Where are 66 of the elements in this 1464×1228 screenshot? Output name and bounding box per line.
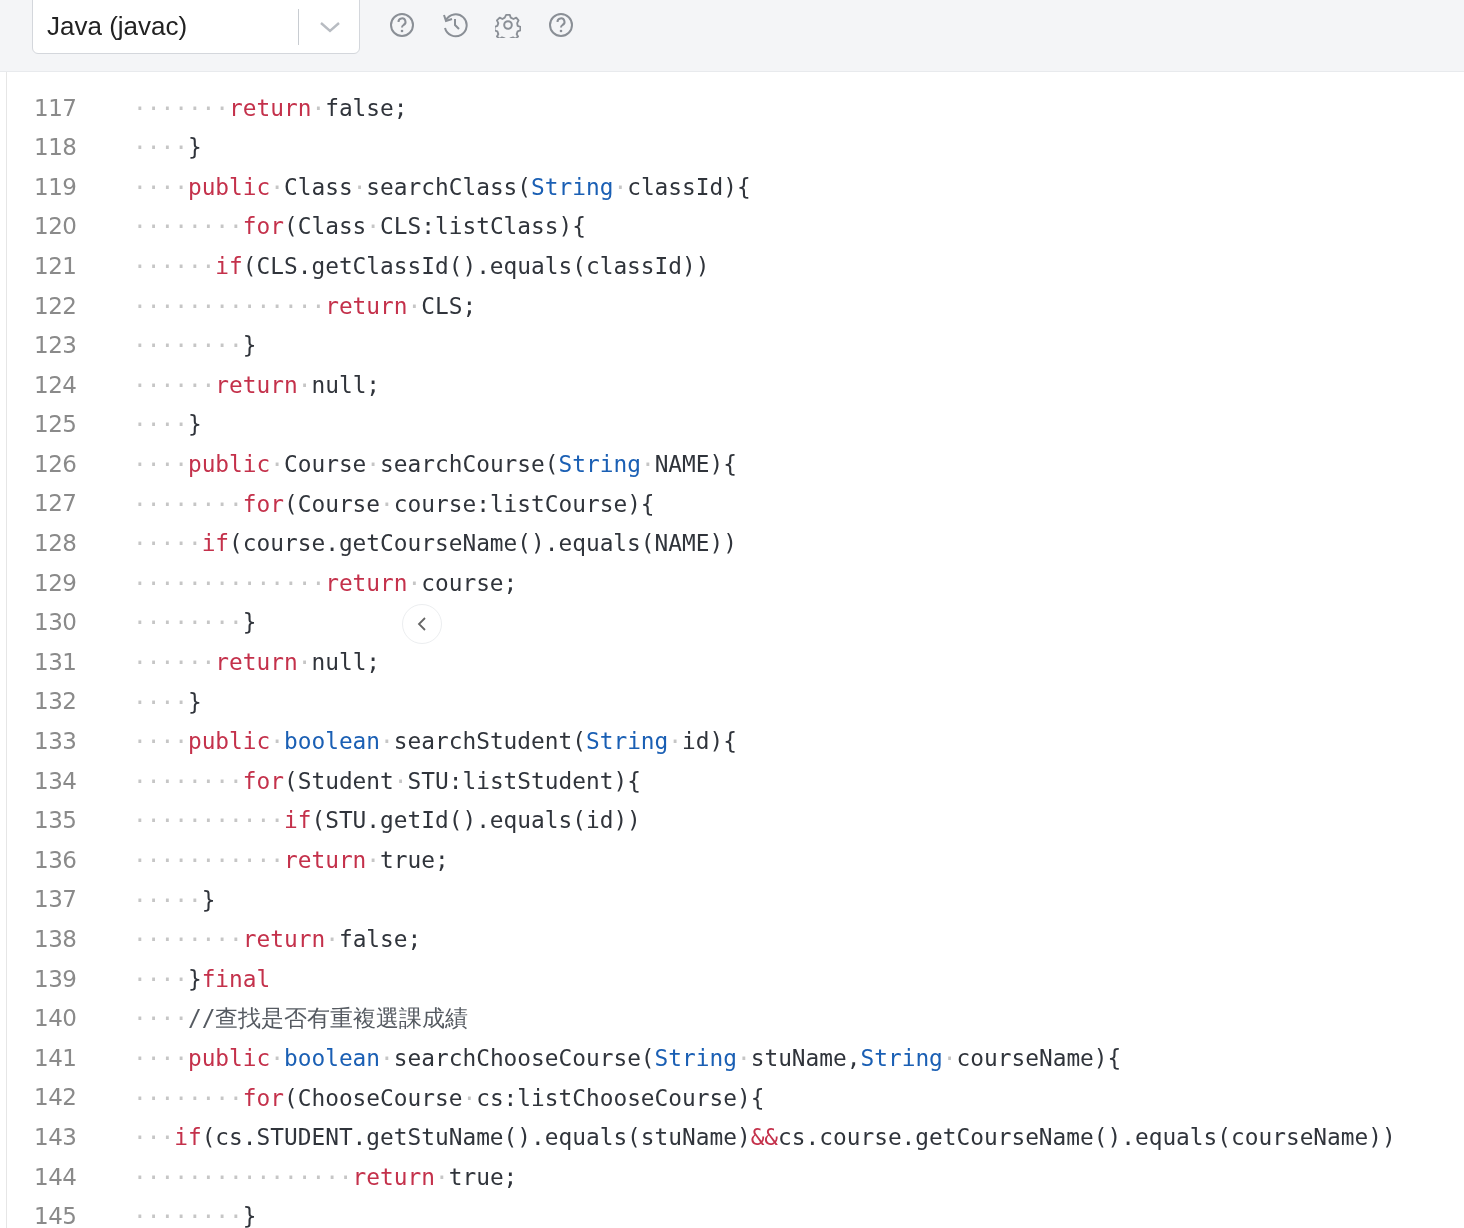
code-line: ········for(Student·STU:listStudent){ — [133, 766, 641, 796]
code-line: ·······return·false; — [133, 93, 408, 123]
code-line: ········} — [133, 1202, 257, 1228]
code-line: ····}final — [133, 964, 271, 994]
history-icon[interactable] — [442, 12, 468, 38]
code-line: ··············return·course; — [133, 568, 518, 598]
code-line: ···········if(STU.getId().equals(id)) — [133, 806, 641, 836]
help-icon[interactable] — [548, 12, 574, 38]
code-line: ········} — [133, 331, 257, 361]
line-number: 142 — [33, 1083, 78, 1113]
line-number: 133 — [33, 727, 78, 757]
code-line: ········for(ChooseCourse·cs:listChooseCourse){ — [133, 1083, 765, 1113]
line-number: 137 — [33, 885, 78, 915]
line-number: 144 — [33, 1162, 78, 1192]
code-line: ········for(Course·course:listCourse){ — [133, 489, 655, 519]
code-line: ····public·Course·searchCourse(String·NAME){ — [133, 450, 737, 480]
line-number: 125 — [33, 410, 78, 440]
code-line: ····} — [133, 133, 202, 163]
code-line: ···········return·true; — [133, 846, 449, 875]
line-number: 143 — [33, 1123, 78, 1152]
line-number: 117 — [33, 93, 78, 123]
code-line: ······return·null; — [133, 370, 381, 400]
code-line: ····} — [133, 687, 202, 717]
line-number: 124 — [33, 370, 78, 400]
line-number: 141 — [33, 1043, 78, 1073]
line-number: 129 — [33, 568, 78, 598]
line-number: 121 — [33, 251, 78, 281]
line-number: 136 — [33, 845, 78, 875]
language-select[interactable]: Java (javac) — [32, 0, 360, 54]
line-number: 130 — [33, 608, 78, 638]
code-line: ·····if(course.getCourseName().equals(NAME)) — [133, 529, 737, 559]
line-number: 123 — [33, 331, 78, 361]
code-line: ········return·false; — [133, 925, 422, 955]
line-number: 120 — [33, 212, 78, 242]
line-number: 126 — [33, 449, 78, 479]
code-line: ·····} — [133, 885, 216, 915]
code-line: ····//查找是否有重複選課成績 — [133, 1004, 469, 1034]
line-number: 127 — [33, 489, 78, 519]
line-number: 145 — [33, 1202, 78, 1228]
chevron-down-icon — [319, 19, 341, 34]
code-line: ····public·boolean·searchStudent(String·id){ — [133, 727, 737, 757]
code-line: ··············return·CLS; — [133, 291, 477, 321]
chevron-left-icon — [415, 615, 429, 633]
code-line: ···if(cs.STUDENT.getStuName().equals(stuName)&&cs.course.getCourseName().equals(courseName)) — [133, 1123, 1396, 1153]
code-line: ····public·Class·searchClass(String·classId){ — [133, 172, 751, 202]
line-number: 118 — [33, 133, 78, 163]
line-number: 135 — [33, 806, 78, 836]
code-line: ······return·null; — [133, 648, 381, 677]
settings-icon[interactable] — [495, 12, 521, 38]
line-number: 138 — [33, 925, 78, 954]
line-number: 132 — [33, 687, 78, 717]
help-icon[interactable] — [389, 12, 415, 38]
line-number: 119 — [33, 172, 78, 202]
code-line: ······if(CLS.getClassId().equals(classId)) — [133, 252, 710, 282]
collapse-button[interactable] — [402, 604, 442, 644]
line-number: 139 — [33, 964, 78, 994]
line-number: 134 — [33, 766, 78, 796]
code-line: ····} — [133, 410, 202, 440]
code-line: ········} — [133, 608, 257, 638]
line-number: 131 — [33, 647, 78, 677]
line-number: 122 — [33, 291, 78, 321]
code-line: ········for(Class·CLS:listClass){ — [133, 212, 586, 242]
line-number: 140 — [33, 1004, 78, 1034]
code-line: ················return·true; — [133, 1162, 518, 1192]
code-line: ····public·boolean·searchChooseCourse(String·stuName,String·courseName){ — [133, 1043, 1122, 1073]
line-number: 128 — [33, 529, 78, 559]
